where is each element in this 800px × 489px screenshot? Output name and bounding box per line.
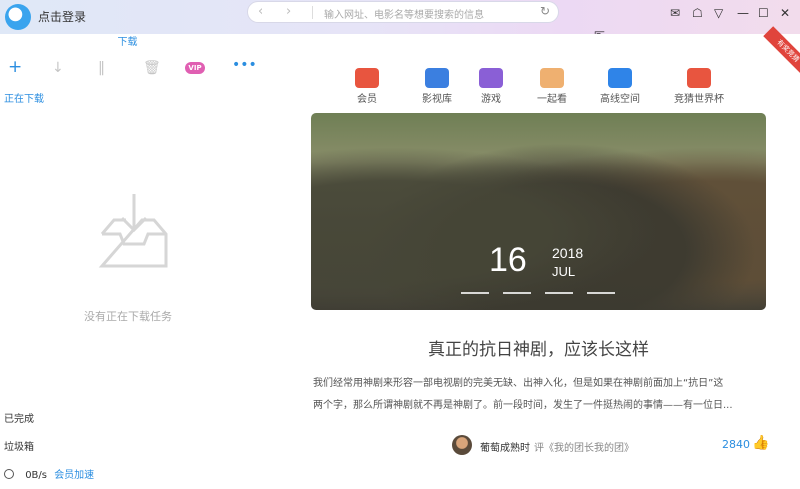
speed-status: 0B/s 会员加速 — [4, 466, 94, 481]
skin-icon[interactable]: ☖ — [692, 6, 703, 20]
category-label: 竞猜世界杯 — [674, 94, 724, 105]
mail-icon[interactable]: ✉ — [670, 6, 680, 20]
like-count: 2840 — [722, 438, 750, 451]
category-item[interactable]: 一起看 — [517, 68, 587, 105]
address-placeholder[interactable]: 输入网址、电影名等想要搜索的信息 — [324, 6, 484, 21]
hero-month: JUL — [552, 264, 576, 279]
category-label: 游戏 — [481, 94, 501, 105]
carousel-dot[interactable] — [461, 292, 489, 294]
carousel-dot[interactable] — [545, 292, 573, 294]
address-bar[interactable]: ‹ › 输入网址、电影名等想要搜索的信息 ↻ — [247, 1, 559, 23]
completed-section[interactable]: 已完成 — [4, 410, 34, 425]
minimize-icon[interactable]: — — [737, 6, 749, 20]
carousel-dot[interactable] — [587, 292, 615, 294]
speed-clock-icon — [4, 469, 14, 479]
empty-inbox-icon — [98, 194, 168, 268]
carousel-dot[interactable] — [503, 292, 531, 294]
app-logo-icon — [5, 4, 31, 30]
download-toolbar: + ↓ ‖ 🗑 VIP ••• — [0, 57, 257, 78]
login-link[interactable]: 点击登录 — [38, 8, 86, 25]
address-divider — [312, 6, 313, 19]
hero-day: 16 — [489, 241, 527, 279]
gamepad-icon — [479, 68, 503, 88]
pause-icon[interactable]: ‖ — [98, 60, 105, 76]
member-accelerate-link[interactable]: 会员加速 — [54, 470, 94, 481]
article-title[interactable]: 真正的抗日神剧，应该长这样 — [311, 335, 766, 360]
close-icon[interactable]: ✕ — [780, 6, 790, 20]
trash-section[interactable]: 垃圾箱 — [4, 438, 34, 453]
video-icon — [425, 68, 449, 88]
category-label: 一起看 — [537, 94, 567, 105]
more-icon[interactable]: ••• — [232, 57, 257, 73]
download-speed: 0B/s — [25, 470, 47, 481]
category-item[interactable]: 竞猜世界杯 — [664, 68, 734, 105]
article-excerpt[interactable]: 我们经常用神剧来形容一部电视剧的完美无缺、出神入化，但是如果在神剧前面加上“抗日… — [313, 373, 768, 417]
category-label: 会员 — [357, 94, 377, 105]
hero-year: 2018 — [552, 245, 584, 261]
category-label: 高线空间 — [600, 94, 640, 105]
article-excerpt-line: 我们经常用神剧来形容一部电视剧的完美无缺、出神入化，但是如果在神剧前面加上“抗日… — [313, 378, 724, 389]
add-task-icon[interactable]: + — [8, 57, 22, 77]
vip-crown-icon — [355, 68, 379, 88]
review-target[interactable]: 评《我的团长我的团》 — [534, 439, 634, 454]
menu-dropdown-icon[interactable]: ▽ — [714, 6, 723, 20]
maximize-icon[interactable]: ☐ — [758, 6, 769, 20]
back-icon[interactable]: ‹ — [258, 4, 263, 19]
avatar[interactable] — [452, 435, 472, 455]
download-arrow-icon[interactable]: ↓ — [52, 60, 64, 76]
gift-icon — [687, 68, 711, 88]
title-bar: 点击登录 ‹ › 输入网址、电影名等想要搜索的信息 ↻ ✉ ☖ ▽ — ☐ ✕ — [0, 0, 800, 34]
downloading-section-label[interactable]: 正在下载 — [4, 90, 44, 105]
download-panel: 下载 + ↓ ‖ 🗑 VIP ••• 正在下载 没有正在下载任务 已完成 垃圾箱… — [0, 34, 257, 489]
category-item[interactable]: 高线空间 — [585, 68, 655, 105]
delete-icon[interactable]: 🗑 — [143, 60, 161, 76]
forward-icon[interactable]: › — [286, 4, 291, 19]
camera-icon — [540, 68, 564, 88]
refresh-icon[interactable]: ↻ — [540, 4, 550, 18]
category-item[interactable]: 游戏 — [456, 68, 526, 105]
tab-download[interactable]: 下载 — [0, 34, 255, 54]
tab-download-label: 下载 — [117, 37, 138, 48]
vip-badge[interactable]: VIP — [185, 62, 205, 74]
cloud-icon — [608, 68, 632, 88]
empty-state-text: 没有正在下载任务 — [84, 310, 172, 323]
article-excerpt-line: 两个字，那么所谓神剧就不再是神剧了。前一段时间，发生了一件挺热闹的事情——有一位… — [313, 400, 733, 411]
category-item[interactable]: 会员 — [332, 68, 402, 105]
hero-banner[interactable]: 16 2018 JUL — [311, 113, 766, 310]
author-name[interactable]: 葡萄成熟时 — [480, 439, 530, 454]
thumbs-up-icon[interactable]: 👍 — [752, 435, 769, 451]
